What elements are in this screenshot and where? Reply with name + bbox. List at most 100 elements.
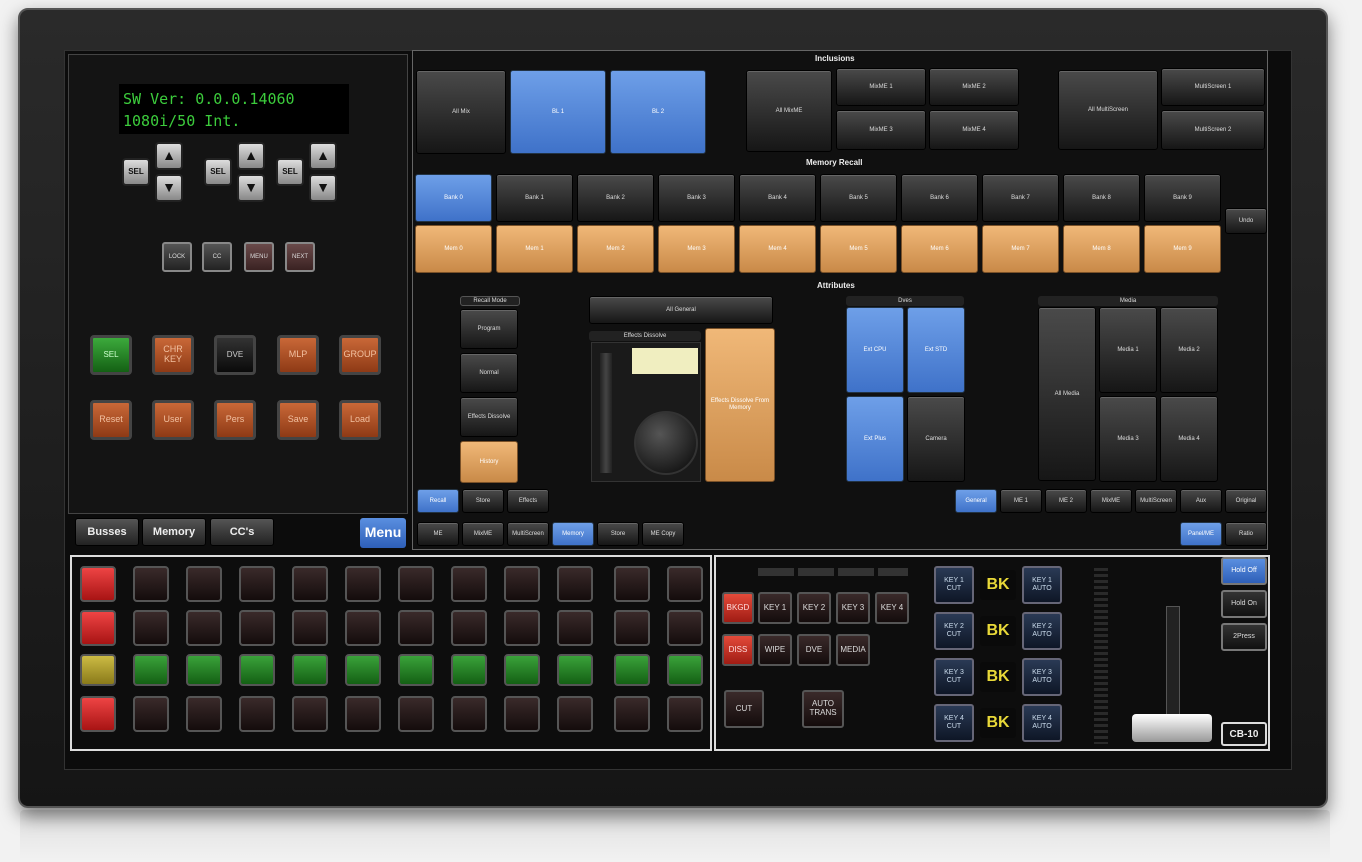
ratio-button[interactable]: Ratio [1225,522,1267,546]
bank-5-button[interactable]: Bank 5 [820,174,897,222]
arrow-down-icon[interactable]: ▼ [309,174,337,202]
tab-busses[interactable]: Busses [75,518,139,546]
bank-9-button[interactable]: Bank 9 [1144,174,1221,222]
bus-button[interactable] [80,654,116,686]
mem-4-button[interactable]: Mem 4 [739,225,816,273]
bus-button[interactable] [345,566,381,602]
bus-button[interactable] [614,610,650,646]
all-mix-button[interactable]: All Mix [416,70,506,154]
bus-button[interactable] [186,654,222,686]
bank-0-button[interactable]: Bank 0 [415,174,492,222]
recall-button[interactable]: Recall [417,489,459,513]
key2-auto-button[interactable]: KEY 2 AUTO [1022,612,1062,650]
undo-button[interactable]: Undo [1225,208,1267,234]
mixme-tab-button[interactable]: MixME [462,522,504,546]
arrow-up-icon[interactable]: ▲ [309,142,337,170]
ext-std-button[interactable]: Ext STD [907,307,965,393]
key1-auto-button[interactable]: KEY 1 AUTO [1022,566,1062,604]
mixme-4-button[interactable]: MixME 4 [929,110,1019,150]
arrow-up-icon[interactable]: ▲ [155,142,183,170]
history-button[interactable]: History [460,441,518,483]
bus-button[interactable] [614,654,650,686]
cut-button[interactable]: CUT [724,690,764,728]
media-trans-button[interactable]: MEDIA [836,634,870,666]
mem-9-button[interactable]: Mem 9 [1144,225,1221,273]
multiscreen-1-button[interactable]: MultiScreen 1 [1161,68,1265,106]
media-4-button[interactable]: Media 4 [1160,396,1218,482]
mixme-3-button[interactable]: MixME 3 [836,110,926,150]
media-3-button[interactable]: Media 3 [1099,396,1157,482]
bus-button[interactable] [451,696,487,732]
next-button[interactable]: NEXT [285,242,315,272]
bus-button[interactable] [398,654,434,686]
bus-button[interactable] [557,566,593,602]
bus-button[interactable] [133,696,169,732]
bus-button[interactable] [504,654,540,686]
original-button[interactable]: Original [1225,489,1267,513]
key3-auto-button[interactable]: KEY 3 AUTO [1022,658,1062,696]
effects-dissolve-mode-button[interactable]: Effects Dissolve [460,397,518,437]
reset-button[interactable]: Reset [90,400,132,440]
mixme-2-button[interactable]: MixME 2 [929,68,1019,106]
key4-auto-button[interactable]: KEY 4 AUTO [1022,704,1062,742]
cc-button[interactable]: CC [202,242,232,272]
effects-button[interactable]: Effects [507,489,549,513]
bus-button[interactable] [80,566,116,602]
diss-button[interactable]: DISS [722,634,754,666]
bus-button[interactable] [345,610,381,646]
group-button[interactable]: GROUP [339,335,381,375]
bus-button[interactable] [557,610,593,646]
store-button[interactable]: Store [462,489,504,513]
bus-button[interactable] [504,566,540,602]
arrow-down-icon[interactable]: ▼ [237,174,265,202]
mem-5-button[interactable]: Mem 5 [820,225,897,273]
key2-cut-button[interactable]: KEY 2 CUT [934,612,974,650]
bank-7-button[interactable]: Bank 7 [982,174,1059,222]
arrow-down-icon[interactable]: ▼ [155,174,183,202]
bus-button[interactable] [614,696,650,732]
bus-button[interactable] [398,696,434,732]
mem-3-button[interactable]: Mem 3 [658,225,735,273]
media-1-button[interactable]: Media 1 [1099,307,1157,393]
tbar-handle[interactable] [1132,714,1212,742]
bus-button[interactable] [186,696,222,732]
bus-button[interactable] [80,610,116,646]
bank-2-button[interactable]: Bank 2 [577,174,654,222]
bus-button[interactable] [239,610,275,646]
mode-sel-button[interactable]: SEL [90,335,132,375]
bus-button[interactable] [133,654,169,686]
arrow-up-icon[interactable]: ▲ [237,142,265,170]
dissolve-fader[interactable] [600,353,612,473]
bus-button[interactable] [614,566,650,602]
multiscreen-2-button[interactable]: MultiScreen 2 [1161,110,1265,150]
aux-button[interactable]: Aux [1180,489,1222,513]
panel-me-button[interactable]: Panel/ME [1180,522,1222,546]
bank-3-button[interactable]: Bank 3 [658,174,735,222]
auto-trans-button[interactable]: AUTO TRANS [802,690,844,728]
mem-2-button[interactable]: Mem 2 [577,225,654,273]
bus-button[interactable] [398,566,434,602]
load-button[interactable]: Load [339,400,381,440]
user-button[interactable]: User [152,400,194,440]
mem-8-button[interactable]: Mem 8 [1063,225,1140,273]
bus-button[interactable] [239,654,275,686]
bus-button[interactable] [504,696,540,732]
bank-1-button[interactable]: Bank 1 [496,174,573,222]
me2-button[interactable]: ME 2 [1045,489,1087,513]
dissolve-knob[interactable] [634,411,698,475]
mixme-button[interactable]: MixME [1090,489,1132,513]
menu-small-button[interactable]: MENU [244,242,274,272]
bus-button[interactable] [186,610,222,646]
key4-button[interactable]: KEY 4 [875,592,909,624]
bus-button[interactable] [292,654,328,686]
store-tab-button[interactable]: Store [597,522,639,546]
bus-button[interactable] [667,610,703,646]
bl2-button[interactable]: BL 2 [610,70,706,154]
save-button[interactable]: Save [277,400,319,440]
ext-plus-button[interactable]: Ext Plus [846,396,904,482]
tab-memory[interactable]: Memory [142,518,206,546]
dve-trans-button[interactable]: DVE [797,634,831,666]
effects-dissolve-from-memory-button[interactable]: Effects Dissolve From Memory [705,328,775,482]
key4-cut-button[interactable]: KEY 4 CUT [934,704,974,742]
pers-button[interactable]: Pers [214,400,256,440]
